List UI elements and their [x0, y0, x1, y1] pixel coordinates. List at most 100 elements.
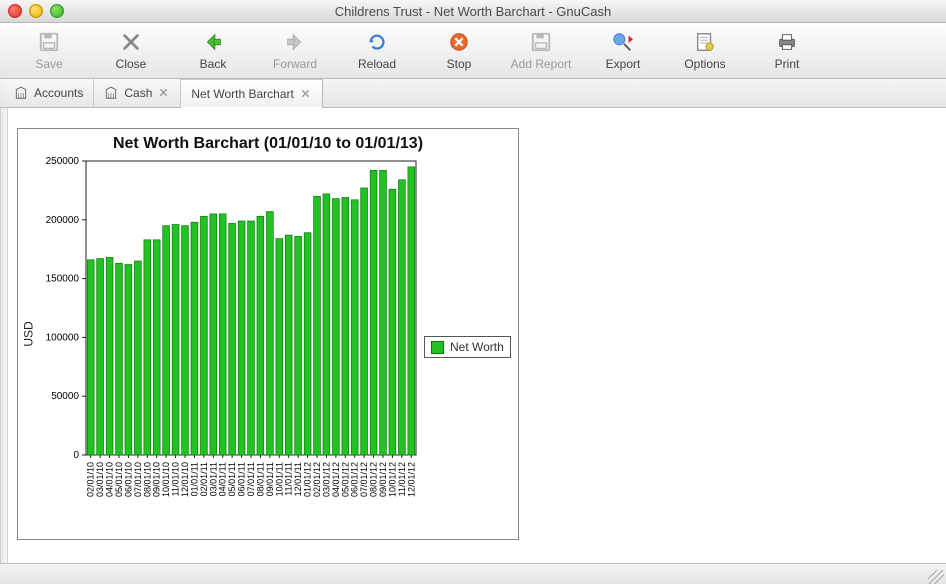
tab-close-button[interactable] [300, 88, 312, 100]
bar-01/01/12 [304, 233, 311, 455]
floppy-icon [37, 30, 61, 54]
arrow-left-icon [201, 30, 225, 54]
svg-text:50000: 50000 [51, 391, 79, 402]
chart-y-axis-label: USD [22, 321, 36, 346]
bar-09/01/12 [380, 170, 387, 455]
traffic-lights [8, 4, 64, 18]
reload-button[interactable]: Reload [338, 30, 416, 71]
bar-09/01/10 [153, 240, 160, 455]
add-report-button: Add Report [502, 30, 580, 71]
bar-08/01/10 [144, 240, 151, 455]
close-button[interactable]: Close [92, 30, 170, 71]
floppy-plus-icon [529, 30, 553, 54]
bar-10/01/10 [163, 226, 170, 455]
bar-06/01/10 [125, 265, 132, 456]
svg-text:0: 0 [73, 450, 79, 461]
bar-12/01/10 [182, 226, 189, 455]
toolbar-label: Back [200, 57, 227, 71]
window-minimize-button[interactable] [29, 4, 43, 18]
toolbar-label: Reload [358, 57, 396, 71]
legend-swatch-net-worth [431, 341, 444, 354]
bar-01/01/11 [191, 222, 198, 455]
toolbar-label: Stop [447, 57, 472, 71]
tab-label: Cash [124, 86, 152, 100]
toolbar-label: Export [606, 57, 641, 71]
toolbar-label: Print [775, 57, 800, 71]
chart-title: Net Worth Barchart (01/01/10 to 01/01/13… [18, 135, 518, 153]
bar-04/01/12 [333, 199, 340, 455]
tab-accounts[interactable]: Accounts [4, 79, 94, 107]
options-button[interactable]: Options [666, 30, 744, 71]
svg-text:200000: 200000 [46, 215, 80, 226]
window-resize-grip[interactable] [928, 570, 944, 584]
print-button[interactable]: Print [748, 30, 826, 71]
stop-button[interactable]: Stop [420, 30, 498, 71]
svg-text:12/01/12: 12/01/12 [406, 462, 416, 497]
toolbar-label: Save [35, 57, 62, 71]
tab-label: Accounts [34, 86, 83, 100]
bar-11/01/11 [285, 235, 292, 455]
bar-02/01/11 [201, 216, 208, 455]
export-button[interactable]: Export [584, 30, 662, 71]
window-zoom-button[interactable] [50, 4, 64, 18]
ledger-icon [104, 86, 118, 100]
bar-05/01/11 [229, 223, 236, 455]
tab-cash[interactable]: Cash [94, 79, 181, 107]
bar-03/01/12 [323, 194, 330, 455]
window-title: Childrens Trust - Net Worth Barchart - G… [0, 4, 946, 19]
bar-11/01/12 [399, 180, 406, 455]
svg-text:250000: 250000 [46, 156, 80, 167]
bar-07/01/10 [135, 261, 142, 455]
chart-frame: Net Worth Barchart (01/01/10 to 01/01/13… [17, 128, 519, 540]
svg-text:150000: 150000 [46, 274, 80, 285]
toolbar-label: Options [684, 57, 725, 71]
bar-02/01/10 [87, 260, 94, 455]
bar-08/01/11 [257, 216, 264, 455]
document-tabs: Accounts Cash Net Worth Barchart [0, 79, 946, 108]
bar-07/01/12 [361, 188, 368, 455]
window-close-button[interactable] [8, 4, 22, 18]
bar-06/01/12 [351, 200, 358, 455]
left-gutter [1, 108, 8, 563]
bar-09/01/11 [267, 212, 274, 455]
bar-10/01/11 [276, 239, 283, 455]
bar-11/01/10 [172, 225, 179, 456]
tab-close-button[interactable] [158, 87, 170, 99]
toolbar-label: Add Report [511, 57, 572, 71]
bar-08/01/12 [370, 170, 377, 455]
bar-06/01/11 [238, 221, 245, 455]
chart-legend: Net Worth [424, 336, 511, 358]
tab-label: Net Worth Barchart [191, 87, 293, 101]
export-icon [611, 30, 635, 54]
toolbar-label: Forward [273, 57, 317, 71]
forward-button: Forward [256, 30, 334, 71]
legend-label: Net Worth [450, 340, 504, 354]
bar-03/01/11 [210, 214, 217, 455]
bar-12/01/12 [408, 167, 415, 455]
ledger-icon [14, 86, 28, 100]
window-titlebar: Childrens Trust - Net Worth Barchart - G… [0, 0, 946, 23]
report-viewport: Net Worth Barchart (01/01/10 to 01/01/13… [0, 108, 946, 563]
bar-05/01/10 [116, 263, 123, 455]
svg-text:100000: 100000 [46, 332, 80, 343]
status-bar [0, 563, 946, 584]
bar-04/01/11 [219, 214, 226, 455]
main-toolbar: Save Close Back Forward Reload Stop Add … [0, 23, 946, 79]
options-icon [693, 30, 717, 54]
x-icon [119, 30, 143, 54]
bar-02/01/12 [314, 196, 321, 455]
back-button[interactable]: Back [174, 30, 252, 71]
arrow-right-icon [283, 30, 307, 54]
stop-icon [447, 30, 471, 54]
bar-12/01/11 [295, 236, 302, 455]
tab-net-worth[interactable]: Net Worth Barchart [181, 79, 322, 108]
save-button: Save [10, 30, 88, 71]
bar-03/01/10 [97, 259, 104, 455]
bar-04/01/10 [106, 257, 113, 455]
bar-10/01/12 [389, 189, 396, 455]
bar-05/01/12 [342, 198, 349, 456]
bar-07/01/11 [248, 221, 255, 455]
toolbar-label: Close [116, 57, 147, 71]
printer-icon [775, 30, 799, 54]
refresh-icon [365, 30, 389, 54]
